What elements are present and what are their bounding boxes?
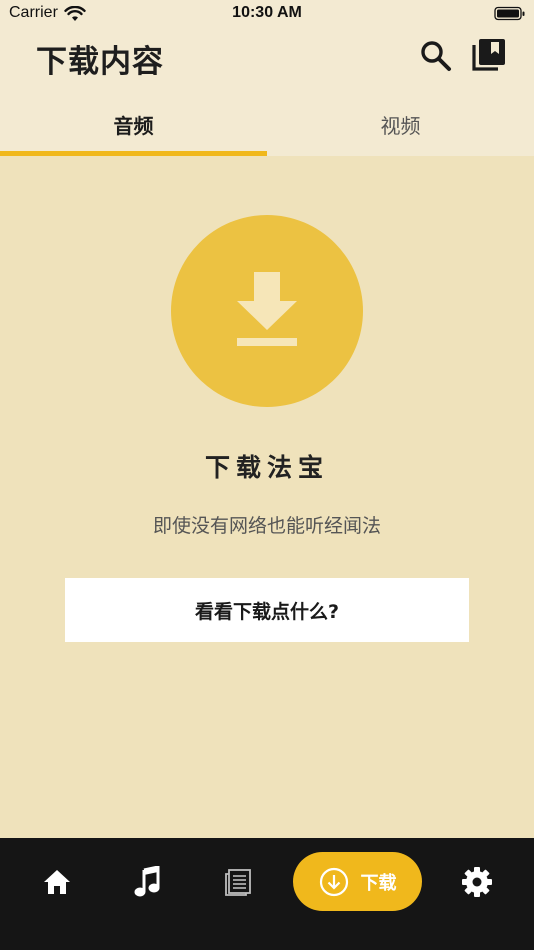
tab-video[interactable]: 视频 xyxy=(267,94,534,156)
tab-bar: 音频 视频 xyxy=(0,94,534,156)
download-circle-icon xyxy=(319,867,348,896)
scripture-list-icon xyxy=(225,869,251,896)
header: 下载内容 xyxy=(0,28,534,94)
search-icon xyxy=(421,41,451,71)
browse-downloads-button[interactable]: 看看下载点什么? xyxy=(65,578,469,642)
nav-settings[interactable] xyxy=(450,852,504,912)
empty-state-subtitle: 即使没有网络也能听经闻法 xyxy=(152,515,381,537)
gear-icon xyxy=(462,867,492,897)
status-time: 10:30 AM xyxy=(232,4,302,21)
tab-audio[interactable]: 音频 xyxy=(0,94,267,156)
nav-home[interactable] xyxy=(30,852,84,912)
music-note-icon xyxy=(134,866,160,897)
page-title: 下载内容 xyxy=(36,44,164,80)
status-bar: Carrier 10:30 AM xyxy=(0,0,534,28)
battery-icon xyxy=(494,6,526,27)
home-icon xyxy=(44,870,70,894)
empty-state-title: 下载法宝 xyxy=(204,453,329,482)
library-bookmark-icon xyxy=(472,39,505,71)
tab-video-label: 视频 xyxy=(380,114,421,138)
nav-scripture[interactable] xyxy=(211,852,265,912)
bottom-nav: 下载 xyxy=(0,838,534,950)
nav-download[interactable]: 下载 xyxy=(293,852,422,911)
nav-download-label: 下载 xyxy=(360,872,397,894)
active-tab-indicator xyxy=(0,151,267,156)
download-illustration xyxy=(171,215,363,407)
search-button[interactable] xyxy=(418,38,454,74)
library-button[interactable] xyxy=(470,36,508,74)
download-icon xyxy=(237,272,297,346)
tab-audio-label: 音频 xyxy=(113,114,154,138)
nav-music[interactable] xyxy=(120,852,174,912)
